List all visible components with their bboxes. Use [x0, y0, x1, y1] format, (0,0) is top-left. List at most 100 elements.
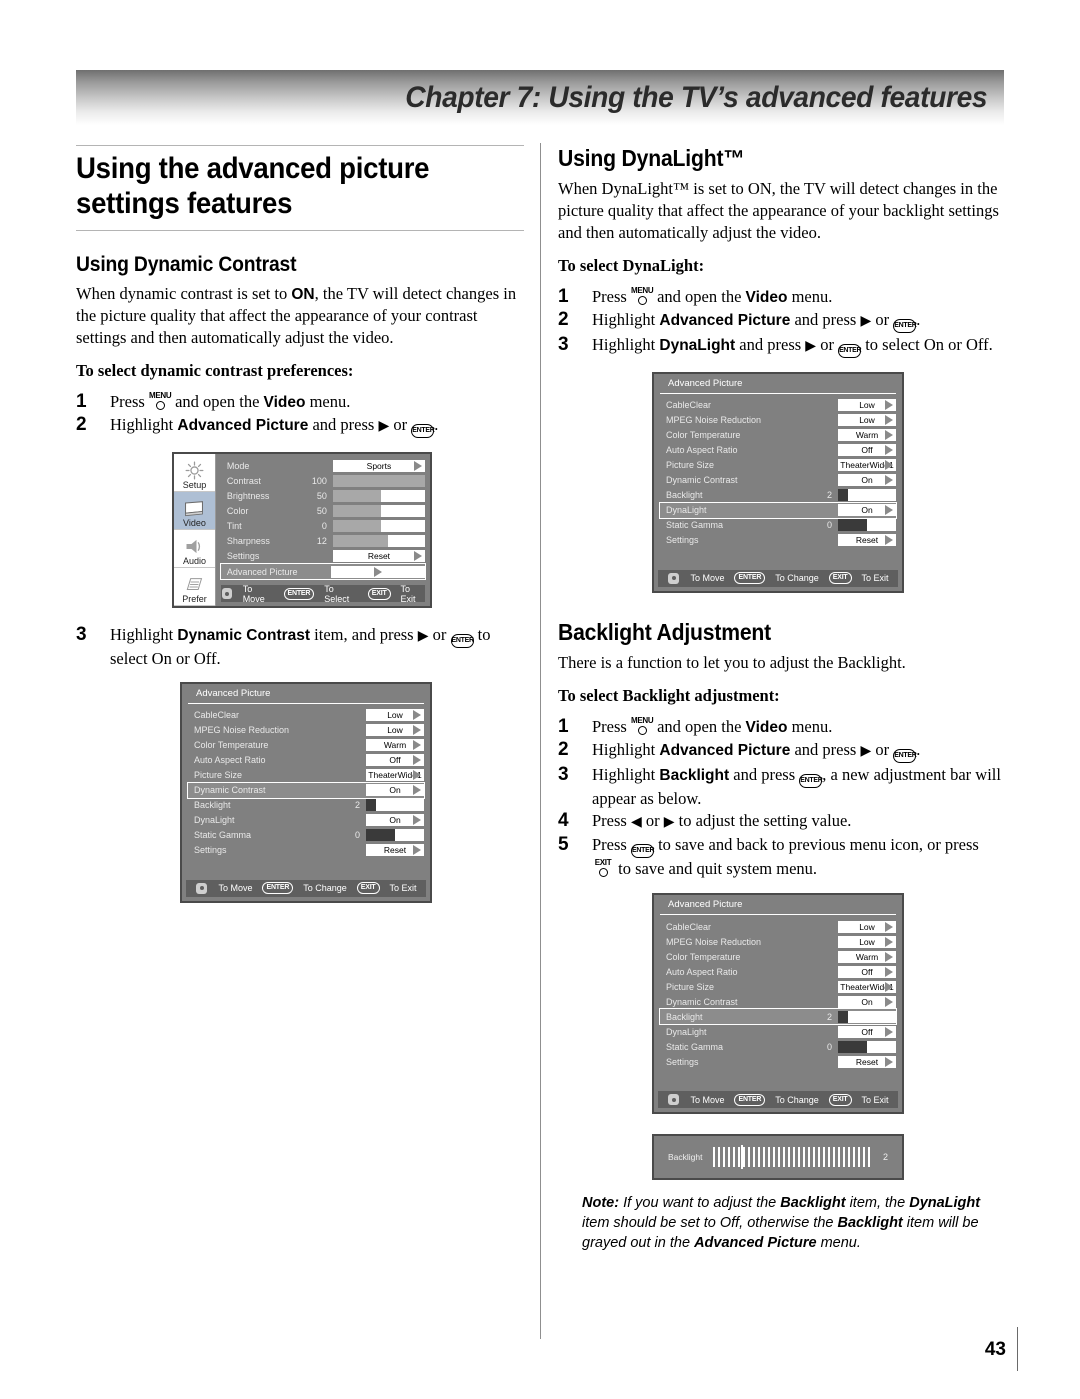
osd-row-dynalight[interactable]: DynaLight On — [188, 813, 424, 828]
sidebar-item-video[interactable]: Video — [174, 492, 215, 531]
sidebar-item-prefer[interactable]: Prefer — [174, 568, 215, 607]
osd-row-value[interactable]: On — [366, 814, 424, 827]
osd-row-value[interactable]: Warm — [838, 950, 896, 963]
osd-backlight-adjustment-bar[interactable]: Backlight 2 — [652, 1134, 904, 1181]
osd-row-value[interactable]: TheaterWide1 — [366, 769, 424, 782]
osd-row-settings[interactable]: Settings Reset — [188, 843, 424, 858]
osd-row-value[interactable]: On — [838, 474, 896, 487]
osd-row-picture-size[interactable]: Picture Size TheaterWide1 — [660, 458, 896, 473]
osd-row-mpeg-noise-reduction[interactable]: MPEG Noise Reduction Low — [660, 934, 896, 949]
osd-row-mpeg-noise-reduction[interactable]: MPEG Noise Reduction Low — [188, 723, 424, 738]
osd-advanced-picture-backlight[interactable]: Advanced Picture CableClear Low MPEG Noi… — [652, 893, 904, 1115]
osd-row-dynalight[interactable]: DynaLight Off — [660, 1024, 896, 1039]
osd-row-value[interactable]: Low — [838, 935, 896, 948]
osd-row-value[interactable]: TheaterWide1 — [838, 980, 896, 993]
osd-row-dynalight[interactable]: DynaLight On — [659, 501, 897, 519]
osd-row-color-temperature[interactable]: Color Temperature Warm — [660, 949, 896, 964]
osd-row-slider[interactable] — [838, 489, 896, 502]
osd-row-slider[interactable] — [332, 534, 425, 547]
inline-bold-advanced-picture: Advanced Picture — [659, 311, 791, 329]
osd-row-backlight[interactable]: Backlight 2 — [188, 798, 424, 813]
osd-row-static-gamma[interactable]: Static Gamma 0 — [660, 518, 896, 533]
osd-row-value[interactable]: TheaterWide1 — [838, 459, 896, 472]
step-text: Highlight Advanced Picture and press ▶ o… — [592, 310, 920, 333]
osd-row-value[interactable]: Sports — [332, 459, 425, 472]
osd-row-backlight[interactable]: Backlight 2 — [660, 488, 896, 503]
osd-row-value[interactable]: Warm — [838, 429, 896, 442]
osd-row-slider[interactable] — [366, 829, 424, 842]
osd-row-static-gamma[interactable]: Static Gamma 0 — [660, 1039, 896, 1054]
osd-row-mpeg-noise-reduction[interactable]: MPEG Noise Reduction Low — [660, 413, 896, 428]
osd-row-dynamic-contrast[interactable]: Dynamic Contrast On — [187, 781, 425, 799]
osd-row-cableclear[interactable]: CableClear Low — [188, 708, 424, 723]
osd-row-settings[interactable]: Settings Reset — [660, 1054, 896, 1069]
osd-row-mode[interactable]: Mode Sports — [221, 458, 425, 473]
osd-row-value[interactable]: Low — [366, 709, 424, 722]
osd-row-auto-aspect-ratio[interactable]: Auto Aspect Ratio Off — [660, 443, 896, 458]
osd-row-value[interactable]: On — [838, 995, 896, 1008]
osd-row-picture-size[interactable]: Picture Size TheaterWide1 — [188, 768, 424, 783]
osd-row-value[interactable] — [330, 565, 425, 578]
osd-row-picture-size[interactable]: Picture Size TheaterWide1 — [660, 979, 896, 994]
osd-row-value[interactable]: Off — [366, 754, 424, 767]
osd-row-color-temperature[interactable]: Color Temperature Warm — [660, 428, 896, 443]
right-arrow-icon: ▶ — [378, 419, 390, 435]
osd-row-value[interactable]: On — [838, 504, 896, 517]
section-paragraph-backlight: There is a function to let you to adjust… — [558, 652, 906, 672]
osd-row-value[interactable]: On — [366, 784, 424, 797]
osd-row-slider[interactable] — [332, 519, 425, 532]
osd-row-slider[interactable] — [332, 474, 425, 487]
osd-row-backlight[interactable]: Backlight 2 — [659, 1008, 897, 1026]
osd-row-value[interactable]: Low — [838, 920, 896, 933]
osd-row-cableclear[interactable]: CableClear Low — [660, 398, 896, 413]
osd-row-value[interactable]: Off — [838, 1025, 896, 1038]
osd-row-value[interactable]: Reset — [366, 844, 424, 857]
osd-row-slider[interactable] — [838, 1040, 896, 1053]
osd-row-value[interactable]: Off — [838, 444, 896, 457]
osd-row-cableclear[interactable]: CableClear Low — [660, 919, 896, 934]
osd-row-label: Brightness — [226, 490, 270, 501]
osd-panel-title: Advanced Picture — [188, 684, 424, 704]
osd-row-value[interactable]: Low — [838, 399, 896, 412]
osd-row-label: Settings — [194, 845, 227, 856]
chevron-right-icon — [885, 430, 893, 441]
chevron-right-icon — [885, 996, 893, 1007]
osd-row-settings[interactable]: Settings Reset — [660, 533, 896, 548]
osd-row-slider[interactable] — [838, 1010, 896, 1023]
osd-row-advanced-picture[interactable]: Advanced Picture — [219, 563, 427, 581]
osd-row-brightness[interactable]: Brightness 50 — [221, 488, 425, 503]
sidebar-item-setup[interactable]: Setup — [174, 454, 215, 493]
osd-row-contrast[interactable]: Contrast 100 — [221, 473, 425, 488]
osd-row-static-gamma[interactable]: Static Gamma 0 — [188, 828, 424, 843]
osd-row-label: Settings — [666, 535, 699, 546]
enter-pill-icon: ENTER — [283, 587, 315, 600]
osd-row-slider[interactable] — [366, 799, 424, 812]
osd-row-value[interactable]: Low — [838, 414, 896, 427]
osd-row-settings[interactable]: Settings Reset — [221, 548, 425, 563]
chevron-right-icon — [885, 445, 893, 456]
osd-row-value[interactable]: Off — [838, 965, 896, 978]
osd-row-value[interactable]: Reset — [838, 534, 896, 547]
osd-row-value[interactable]: Warm — [366, 739, 424, 752]
osd-row-auto-aspect-ratio[interactable]: Auto Aspect Ratio Off — [660, 964, 896, 979]
osd-row-slider[interactable] — [838, 519, 896, 532]
osd-row-value[interactable]: Reset — [332, 549, 425, 562]
osd-advanced-picture-dynamic-contrast[interactable]: Advanced Picture CableClear Low MPEG Noi… — [180, 681, 432, 903]
sidebar-item-audio[interactable]: Audio — [174, 530, 215, 569]
osd-row-slider[interactable] — [332, 504, 425, 517]
osd-row-dynamic-contrast[interactable]: Dynamic Contrast On — [660, 994, 896, 1009]
osd-row-slider[interactable] — [332, 489, 425, 502]
backlight-bar-ticks[interactable] — [712, 1145, 873, 1170]
osd-row-sharpness[interactable]: Sharpness 12 — [221, 533, 425, 548]
osd-row-tint[interactable]: Tint 0 — [221, 518, 425, 533]
osd-video-menu[interactable]: Setup Video Audio Prefer Mode Sports Con… — [172, 452, 432, 609]
osd-advanced-picture-dynalight[interactable]: Advanced Picture CableClear Low MPEG Noi… — [652, 371, 904, 593]
step-text: Highlight Backlight and press ENTER, a n… — [592, 765, 1001, 809]
osd-row-label: Color Temperature — [194, 740, 269, 751]
osd-row-value[interactable]: Low — [366, 724, 424, 737]
osd-row-dynamic-contrast[interactable]: Dynamic Contrast On — [660, 473, 896, 488]
osd-row-color-temperature[interactable]: Color Temperature Warm — [188, 738, 424, 753]
osd-row-color[interactable]: Color 50 — [221, 503, 425, 518]
osd-row-auto-aspect-ratio[interactable]: Auto Aspect Ratio Off — [188, 753, 424, 768]
osd-row-value[interactable]: Reset — [838, 1055, 896, 1068]
